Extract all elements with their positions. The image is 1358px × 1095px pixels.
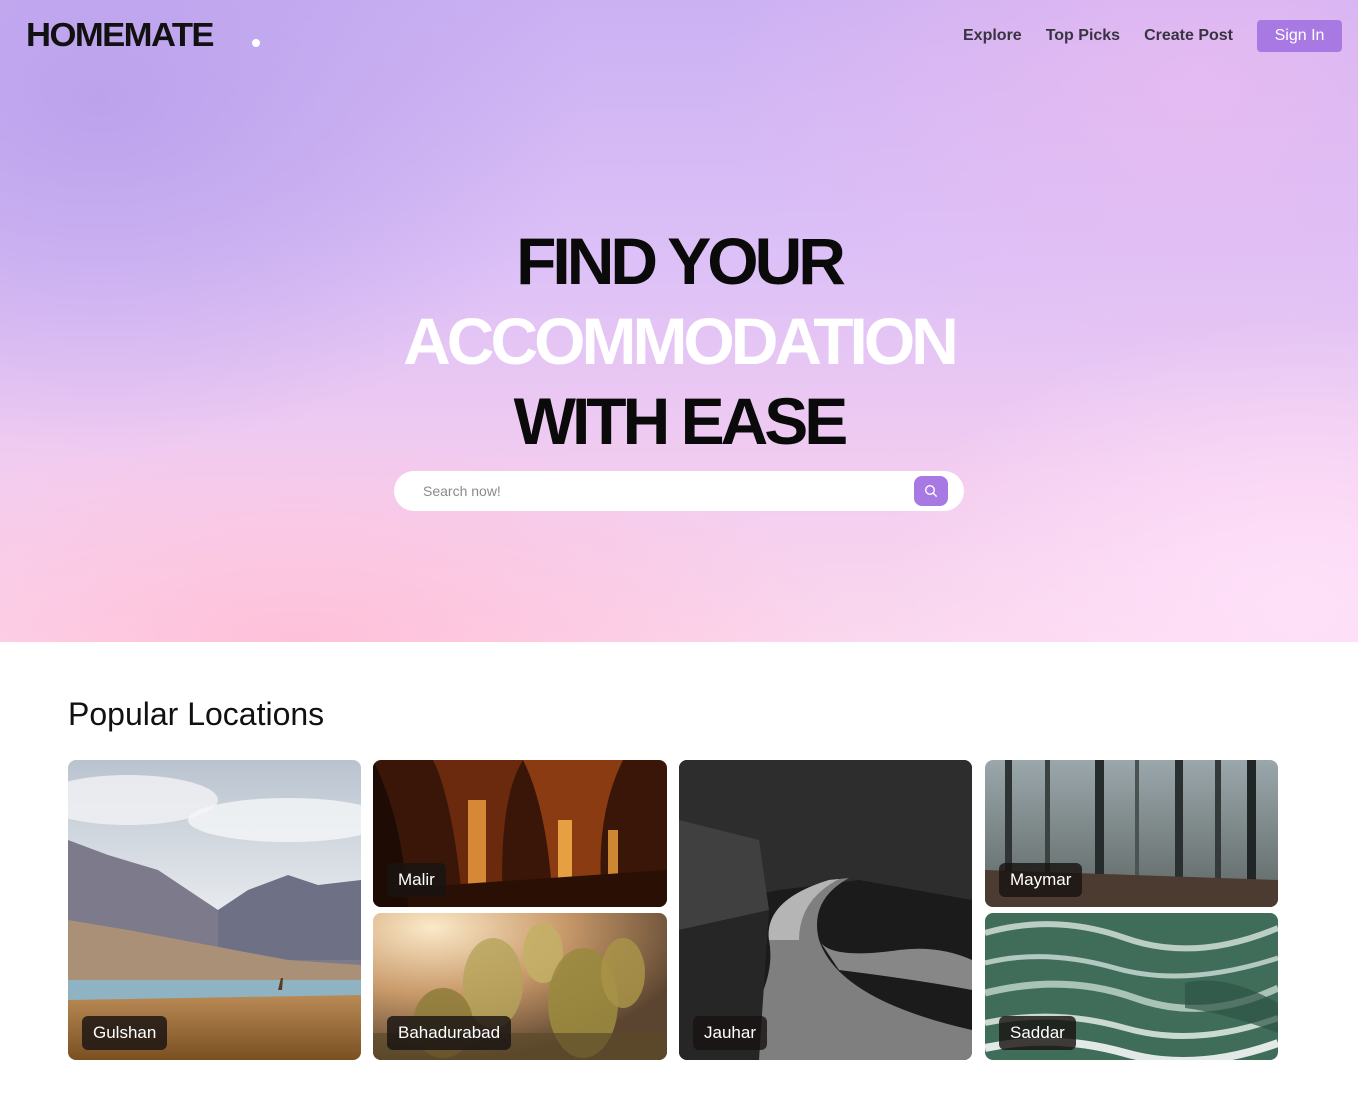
search-icon [924, 484, 938, 498]
location-label: Bahadurabad [387, 1016, 512, 1050]
location-label: Gulshan [82, 1016, 168, 1050]
headline-line-3: WITH EASE [513, 384, 849, 458]
logo-dot [252, 39, 260, 47]
nav-create-post[interactable]: Create Post [1144, 27, 1233, 45]
headline-line-2: ACCOMMODATION [403, 304, 959, 378]
top-nav: Explore Top Picks Create Post Sign In [963, 20, 1342, 52]
location-card-maymar[interactable]: Maymar [985, 760, 1278, 907]
headline-line-1: FIND YOUR [516, 224, 846, 298]
location-label: Saddar [999, 1016, 1076, 1050]
nav-explore[interactable]: Explore [963, 27, 1022, 45]
section-title: Popular Locations [68, 696, 325, 732]
location-label: Maymar [999, 863, 1083, 897]
location-card-gulshan[interactable]: Gulshan [68, 760, 361, 1060]
search-bar [394, 471, 964, 511]
location-card-saddar[interactable]: Saddar [985, 913, 1278, 1060]
location-label: Jauhar [693, 1016, 767, 1050]
location-card-malir[interactable]: Malir [373, 760, 667, 907]
search-input[interactable] [423, 483, 893, 499]
hero-section: HOMEMATE Explore Top Picks Create Post S… [0, 0, 1358, 642]
location-label: Malir [387, 863, 446, 897]
gulshan-image [68, 760, 361, 1060]
location-card-jauhar[interactable]: Jauhar [679, 760, 972, 1060]
logo[interactable]: HOMEMATE [26, 16, 215, 54]
search-button[interactable] [914, 476, 948, 506]
sign-in-button[interactable]: Sign In [1257, 20, 1342, 52]
jauhar-image [679, 760, 972, 1060]
location-card-bahadurabad[interactable]: Bahadurabad [373, 913, 667, 1060]
nav-top-picks[interactable]: Top Picks [1046, 27, 1120, 45]
